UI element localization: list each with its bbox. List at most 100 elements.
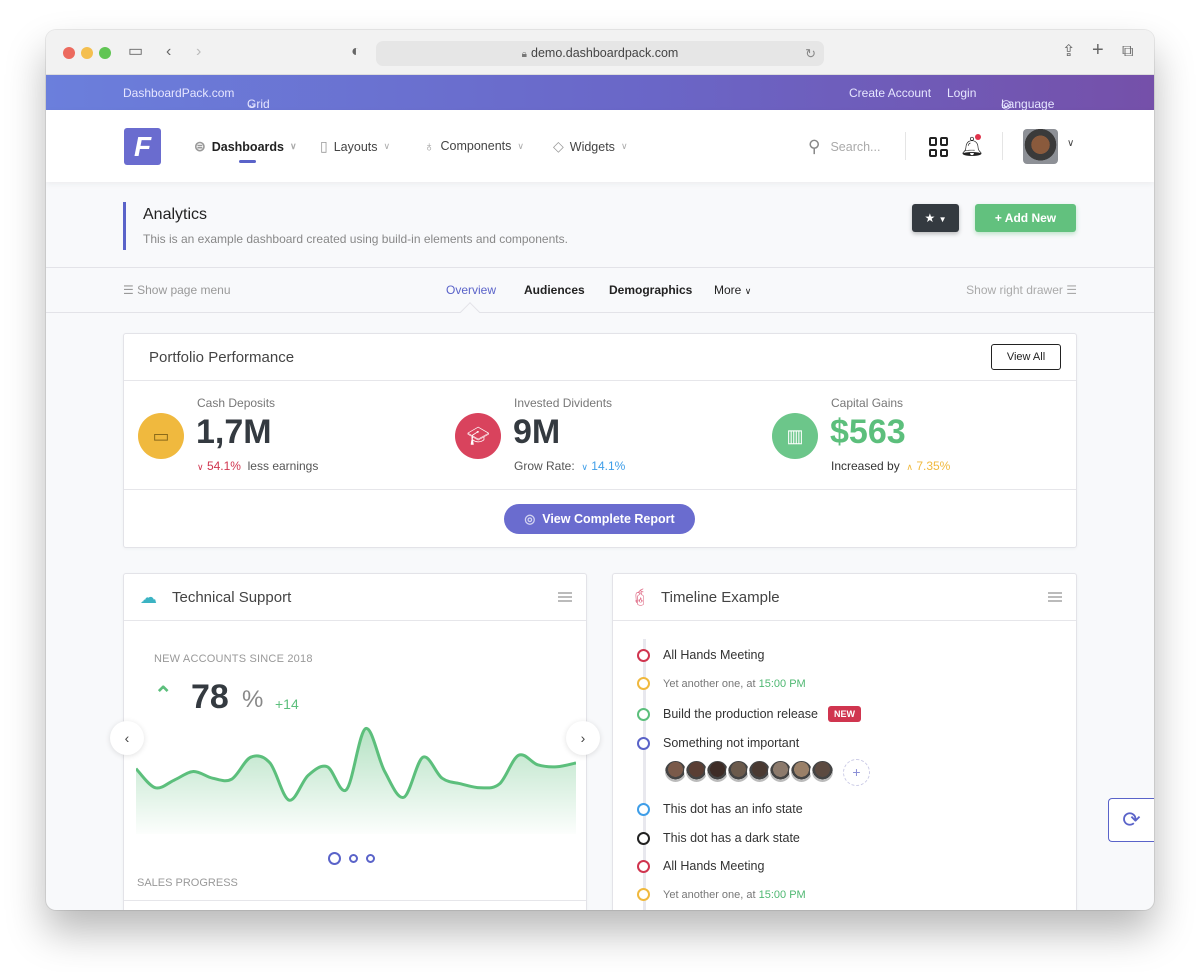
card-menu-icon[interactable] [558,592,572,602]
metric-footer: Grow Rate: ∨ 14.1% [514,459,625,473]
address-bar[interactable]: 🔒︎ demo.dashboardpack.com ↻ [376,41,824,66]
chevron-down-icon[interactable]: ∨ [1067,138,1074,149]
timeline-item: Something not important [637,736,799,750]
tab-more[interactable]: More ∨ [714,283,751,297]
timeline-text-main: All Hands Meeting [663,859,765,873]
timeline-text: Build the production release [663,707,818,721]
timeline-card: 🧯︎ Timeline Example All Hands Meeting Yet… [612,573,1077,910]
timeline-text: This dot has a dark state [663,831,800,845]
graduation-cap-icon: 🎓︎ [455,413,501,459]
maximize-window-button[interactable] [99,47,111,59]
user-avatar[interactable] [1023,129,1058,164]
card-title: Portfolio Performance [149,349,295,366]
active-tab-caret [460,302,480,322]
refresh-icon: ⟳ [1122,807,1141,832]
back-icon[interactable]: ‹ [166,42,171,62]
chevron-right-icon: › [580,730,586,746]
card-menu-icon[interactable] [1048,592,1062,602]
close-window-button[interactable] [63,47,75,59]
nav-layouts[interactable]: ▯ Layouts ∨ [320,138,390,155]
tabs-icon[interactable]: ⧉ [1122,42,1133,62]
card-header: 🧯︎ Timeline Example [613,574,1076,621]
metric-change: 54.1% [206,459,241,473]
timeline-text: All Hands Meeting [663,859,764,873]
login-link[interactable]: Login [947,86,976,100]
timeline-text: Something not important [663,736,799,750]
tab-demographics[interactable]: Demographics [609,283,692,297]
lighter-icon: 🧯︎ [629,588,651,607]
url-text: demo.dashboardpack.com [531,46,679,60]
reload-icon[interactable]: ↻ [805,41,816,66]
share-icon[interactable]: ⇪ [1062,42,1075,62]
minimize-window-button[interactable] [81,47,93,59]
grid-apps-icon[interactable] [929,137,949,157]
divider [124,489,1076,490]
shield-icon[interactable]: ◐ [351,42,361,62]
tab-overview[interactable]: Overview [446,283,496,297]
divider [124,900,586,901]
metric-value: 1,7M [196,413,272,451]
timeline-dot [637,888,650,901]
tab-more-label: More [714,283,742,297]
timeline-text: Yet another one, at 15:00 PM [663,678,806,690]
tab-audiences[interactable]: Audiences [524,283,585,297]
new-tab-icon[interactable]: + [1092,40,1104,60]
portfolio-performance-card: Portfolio Performance View All ▭ Cash De… [123,333,1077,548]
timeline-time: 15:00 PM [758,888,806,901]
chevron-down-icon: ∨ [289,141,297,151]
add-avatar-button[interactable]: + [843,759,870,786]
sidebar-icon[interactable]: ▭ [128,42,143,62]
show-right-drawer-label: Show right drawer [966,283,1063,297]
metric-change: 7.35% [916,459,951,473]
avatar[interactable] [810,759,835,784]
timeline-dot [637,859,650,873]
timeline-item: This dot has an info state [637,802,803,816]
timeline-text: Yet another one, at 15:00 PM [663,889,806,901]
logo[interactable]: F [124,128,161,165]
card-title: Technical Support [172,589,292,606]
nav-dashboards[interactable]: ⊜ Dashboards ∨ [194,138,297,155]
timeline-text-main: This dot has an info state [663,802,803,816]
carousel-dot-1[interactable] [328,852,341,865]
timeline-item: Yet another one, at 15:00 PM [637,888,806,901]
metric-footer: Increased by ∧ 7.35% [831,459,950,473]
carousel-dot-3[interactable] [366,854,375,863]
timeline-text: All Hands Meeting [663,648,764,662]
chart-area [136,728,576,834]
forward-icon[interactable]: › [196,42,201,62]
carousel-dot-2[interactable] [349,854,358,863]
brand-link[interactable]: DashboardPack.com [123,86,234,100]
carousel-next-button[interactable]: › [566,721,600,755]
search-input[interactable]: ⚲ Search... [808,137,880,157]
page-title-section: Analytics This is an example dashboard c… [46,182,1154,268]
create-account-link[interactable]: Create Account [849,86,931,100]
tag-icon: ◇ [553,138,564,154]
timeline-item: Build the production release NEW [637,706,861,722]
show-page-menu-button[interactable]: ☰ Show page menu [123,283,231,297]
new-accounts-label: NEW ACCOUNTS SINCE 2018 [154,653,313,665]
card-header: ☁ Technical Support [124,574,586,621]
timeline-item: This dot has a dark state [637,831,800,845]
timeline-text-main: Yet another one, at [663,677,759,690]
card-header: Portfolio Performance View All [124,334,1076,381]
view-all-button[interactable]: View All [991,344,1061,370]
show-right-drawer-button[interactable]: Show right drawer ☰ [966,283,1077,297]
chevron-down-icon: ∨ [744,286,752,296]
carousel-indicators [328,852,375,865]
timeline-dot [637,677,650,690]
carousel-prev-button[interactable]: ‹ [110,721,144,755]
nav-components[interactable]: ♁ Components ∨ [424,138,524,154]
report-button-label: View Complete Report [542,512,675,526]
add-new-label: Add New [1004,211,1057,225]
add-new-button[interactable]: + Add New [975,204,1076,232]
chart-circle-icon: ◎ [524,512,536,526]
timeline-dot [637,648,650,662]
nav-widgets[interactable]: ◇ Widgets ∨ [553,138,628,155]
refresh-button[interactable]: ⟳ [1108,798,1154,842]
file-icon: ▯ [320,138,328,154]
view-complete-report-button[interactable]: ◎ View Complete Report [504,504,695,534]
metric-label: Cash Deposits [197,396,276,410]
lock-icon: 🔒︎ [521,49,527,60]
favorites-dropdown-button[interactable]: ★ ▼ [912,204,959,232]
avatar-group: + [663,759,870,786]
